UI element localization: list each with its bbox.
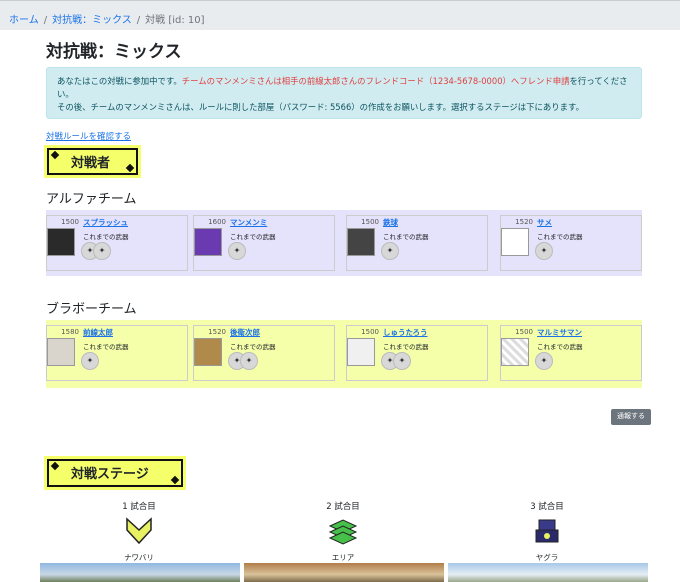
- avatar: [47, 228, 75, 256]
- player-name-link[interactable]: マンメンミ: [230, 217, 267, 228]
- weapon-icon: ✦: [228, 242, 246, 260]
- team-panel-bravo: 1580 前線太郎 これまでの武器 ✦ 1520 後衛次郎 これまでの武器 ✦ …: [46, 320, 642, 388]
- match-number: 3 試合目: [530, 502, 564, 512]
- player-rate: 1500: [515, 328, 533, 336]
- weapon-icon: ✦: [381, 242, 399, 260]
- player-card: 1500 マルミサマン これまでの武器 ✦: [500, 325, 642, 381]
- match-number: 2 試合目: [326, 502, 360, 512]
- avatar: [194, 338, 222, 366]
- participation-alert: あなたはこの対戦に参加中です。チームのマンメンミさんは相手の前線太郎さんのフレン…: [46, 67, 642, 119]
- weapon-icon: ✦: [81, 352, 99, 370]
- player-name-link[interactable]: サメ: [537, 217, 552, 228]
- breadcrumb-separator: /: [136, 15, 141, 26]
- players-heading-text: 対戦者: [71, 156, 111, 171]
- weapon-icon: ✦: [240, 352, 258, 370]
- stage-image: [448, 563, 648, 582]
- weapons-label: これまでの武器: [230, 233, 276, 241]
- alert-text: その後、チームのマンメンミさんは、ルールに則した部屋（パスワード: 5566）の…: [57, 102, 584, 112]
- player-rate: 1600: [208, 218, 226, 226]
- player-rate: 1500: [61, 218, 79, 226]
- alert-text: あなたはこの対戦に参加中です。: [57, 76, 182, 86]
- weapons-label: これまでの武器: [230, 343, 276, 351]
- alert-highlight: チームのマンメンミさんは相手の前線太郎さんのフレンドコード（1234-5678-…: [181, 76, 570, 86]
- player-card: 1520 サメ これまでの武器 ✦: [500, 215, 642, 271]
- player-rate: 1580: [61, 328, 79, 336]
- stage-column: 2 試合目 エリア: [293, 500, 393, 563]
- stage-heading-text: 対戦ステージ: [71, 467, 149, 482]
- team-title: ブラボーチーム: [46, 302, 137, 317]
- yagura-icon: [535, 519, 559, 543]
- player-card: 1500 鉄球 これまでの武器 ✦: [346, 215, 488, 271]
- rules-link[interactable]: 対戦ルールを確認する: [46, 130, 131, 142]
- weapon-icon: ✦: [93, 242, 111, 260]
- player-card: 1500 スプラッシュ これまでの武器 ✦ ✦: [46, 215, 188, 271]
- player-rate: 1520: [208, 328, 226, 336]
- stage-column: 3 試合目 ヤグラ: [497, 500, 597, 563]
- avatar: [347, 338, 375, 366]
- player-name-link[interactable]: 後衛次郎: [230, 327, 260, 338]
- weapon-icon: ✦: [393, 352, 411, 370]
- page-title: 対抗戦：ミックス: [46, 42, 182, 62]
- player-name-link[interactable]: しゅうたろう: [383, 327, 428, 338]
- mode-label: ヤグラ: [535, 553, 559, 562]
- player-rate: 1500: [361, 218, 379, 226]
- stage-heading: 対戦ステージ: [44, 456, 186, 490]
- team-panel-alpha: 1500 スプラッシュ これまでの武器 ✦ ✦ 1600 マンメンミ これまでの…: [46, 210, 642, 276]
- avatar: [47, 338, 75, 366]
- players-heading: 対戦者: [44, 145, 141, 178]
- breadcrumb: ホーム / 対抗戦：ミックス / 対戦 [id: 10]: [0, 0, 680, 30]
- report-button[interactable]: 通報する: [611, 409, 651, 425]
- player-name-link[interactable]: スプラッシュ: [83, 217, 128, 228]
- weapons-label: これまでの武器: [83, 233, 129, 241]
- avatar: [347, 228, 375, 256]
- team-title: アルファチーム: [46, 192, 137, 207]
- mode-label: ナワバリ: [124, 553, 154, 562]
- player-rate: 1520: [515, 218, 533, 226]
- player-card: 1520 後衛次郎 これまでの武器 ✦ ✦: [193, 325, 335, 381]
- player-name-link[interactable]: 前線太郎: [83, 327, 113, 338]
- avatar: [501, 338, 529, 366]
- breadcrumb-battle-link[interactable]: 対抗戦：ミックス: [52, 15, 132, 26]
- weapon-icon: ✦: [535, 352, 553, 370]
- weapons-label: これまでの武器: [383, 343, 429, 351]
- stage-image: [244, 563, 444, 582]
- player-rate: 1500: [361, 328, 379, 336]
- mode-label: エリア: [331, 553, 355, 562]
- player-card: 1600 マンメンミ これまでの武器 ✦: [193, 215, 335, 271]
- weapons-label: これまでの武器: [537, 233, 583, 241]
- avatar: [501, 228, 529, 256]
- weapon-icon: ✦: [535, 242, 553, 260]
- player-card: 1500 しゅうたろう これまでの武器 ✦ ✦: [346, 325, 488, 381]
- avatar: [194, 228, 222, 256]
- player-card: 1580 前線太郎 これまでの武器 ✦: [46, 325, 188, 381]
- breadcrumb-current: 対戦 [id: 10]: [145, 15, 205, 26]
- weapons-label: これまでの武器: [537, 343, 583, 351]
- weapons-label: これまでの武器: [83, 343, 129, 351]
- nawabari-icon: [126, 517, 152, 545]
- breadcrumb-home-link[interactable]: ホーム: [9, 15, 39, 26]
- weapons-label: これまでの武器: [383, 233, 429, 241]
- area-icon: [328, 519, 358, 545]
- player-name-link[interactable]: 鉄球: [383, 217, 398, 228]
- stage-column: 1 試合目 ナワバリ: [89, 500, 189, 563]
- match-number: 1 試合目: [122, 502, 156, 512]
- stage-image: [40, 563, 240, 582]
- player-name-link[interactable]: マルミサマン: [537, 327, 582, 338]
- breadcrumb-separator: /: [43, 15, 48, 26]
